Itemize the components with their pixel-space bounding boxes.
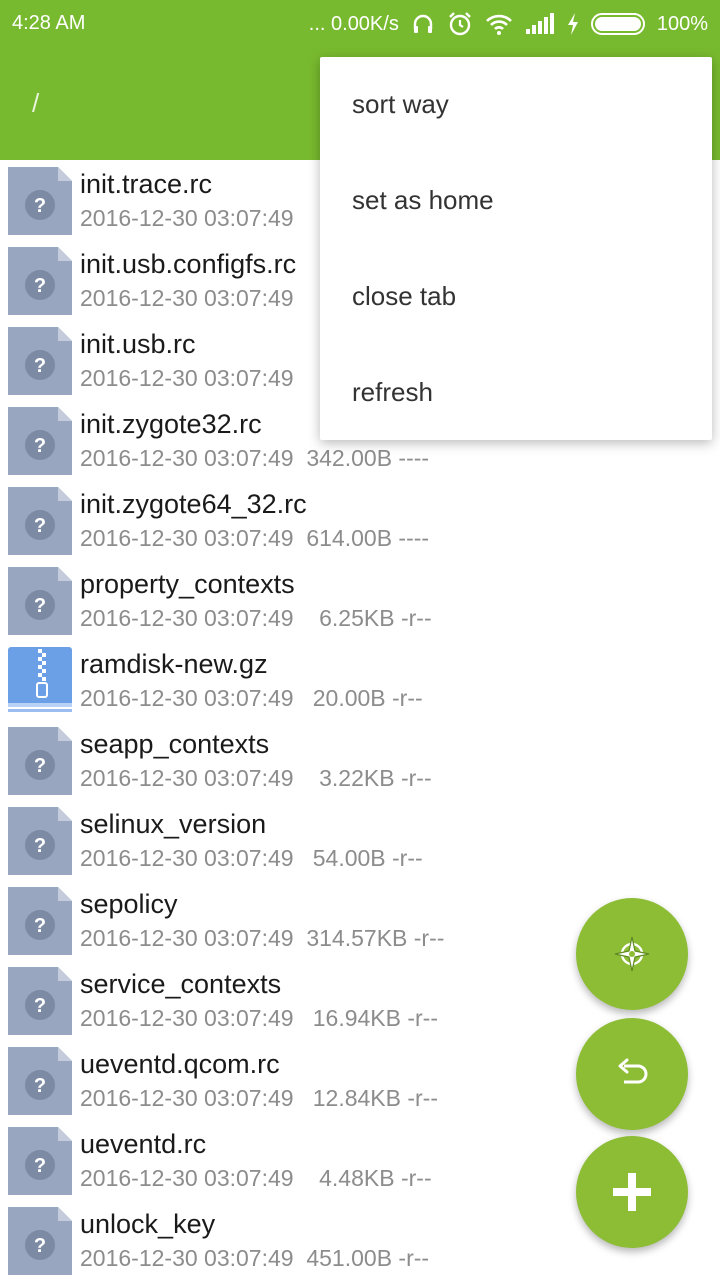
- file-name: selinux_version: [80, 809, 267, 839]
- file-meta: 2016-12-30 03:07:49 20.00B -r--: [80, 685, 423, 711]
- file-meta: 2016-12-30 03:07:49: [80, 285, 294, 311]
- list-item[interactable]: ? selinux_version 2016-12-30 03:07:49 54…: [0, 803, 720, 883]
- file-meta: 2016-12-30 03:07:49 54.00B -r--: [80, 845, 423, 871]
- locate-icon: [614, 936, 650, 972]
- add-button[interactable]: [576, 1136, 688, 1248]
- locate-button[interactable]: [576, 898, 688, 1010]
- file-meta: 2016-12-30 03:07:49: [80, 365, 294, 391]
- file-name: ueventd.rc: [80, 1129, 207, 1159]
- file-meta: 2016-12-30 03:07:49 16.94KB -r--: [80, 1005, 439, 1031]
- alarm-icon: [447, 10, 473, 38]
- unknown-file-icon: ?: [8, 1207, 72, 1275]
- file-name: unlock_key: [80, 1209, 216, 1239]
- unknown-file-icon: ?: [8, 167, 72, 235]
- status-bar: 4:28 AM ... 0.00K/s 100%: [0, 0, 720, 48]
- file-meta: 2016-12-30 03:07:49 6.25KB -r--: [80, 605, 432, 631]
- file-meta: 2016-12-30 03:07:49 4.48KB -r--: [80, 1165, 432, 1191]
- unknown-file-icon: ?: [8, 327, 72, 395]
- headset-icon: [411, 10, 435, 38]
- svg-text:?: ?: [34, 1235, 46, 1257]
- file-name: service_contexts: [80, 969, 282, 999]
- svg-text:?: ?: [34, 275, 46, 297]
- file-name: ueventd.qcom.rc: [80, 1049, 280, 1079]
- network-speed: ... 0.00K/s: [308, 12, 399, 35]
- unknown-file-icon: ?: [8, 1047, 72, 1115]
- file-meta: 2016-12-30 03:07:49 12.84KB -r--: [80, 1085, 439, 1111]
- unknown-file-icon: ?: [8, 1127, 72, 1195]
- unknown-file-icon: ?: [8, 567, 72, 635]
- file-name: init.zygote64_32.rc: [80, 489, 307, 519]
- svg-text:?: ?: [34, 835, 46, 857]
- file-name: init.trace.rc: [80, 169, 213, 199]
- svg-text:?: ?: [34, 595, 46, 617]
- unknown-file-icon: ?: [8, 967, 72, 1035]
- file-name: property_contexts: [80, 569, 295, 599]
- file-meta: 2016-12-30 03:07:49 614.00B ----: [80, 525, 430, 551]
- battery-percent: 100%: [656, 12, 708, 35]
- svg-text:?: ?: [34, 915, 46, 937]
- battery-icon: [590, 10, 645, 38]
- archive-file-icon: [8, 647, 72, 712]
- menu-item-set-as-home[interactable]: set as home: [320, 153, 712, 249]
- file-meta: 2016-12-30 03:07:49: [80, 205, 294, 231]
- list-item[interactable]: ramdisk-new.gz 2016-12-30 03:07:49 20.00…: [0, 643, 720, 723]
- menu-item-sort-way[interactable]: sort way: [320, 57, 712, 153]
- svg-text:?: ?: [34, 515, 46, 537]
- status-time: 4:28 AM: [12, 12, 86, 34]
- svg-text:?: ?: [34, 1155, 46, 1177]
- file-meta: 2016-12-30 03:07:49 451.00B -r--: [80, 1245, 430, 1271]
- file-meta: 2016-12-30 03:07:49 314.57KB -r--: [80, 925, 445, 951]
- screen: 4:28 AM ... 0.00K/s 100% / ? init.trace.…: [0, 0, 720, 1280]
- list-item[interactable]: ? init.zygote64_32.rc 2016-12-30 03:07:4…: [0, 483, 720, 563]
- file-name: init.usb.rc: [80, 329, 196, 359]
- file-meta: 2016-12-30 03:07:49 342.00B ----: [80, 445, 430, 471]
- file-name: seapp_contexts: [80, 729, 270, 759]
- signal-icon: [525, 10, 555, 38]
- unknown-file-icon: ?: [8, 247, 72, 315]
- file-name: init.usb.configfs.rc: [80, 249, 297, 279]
- list-item[interactable]: ? seapp_contexts 2016-12-30 03:07:49 3.2…: [0, 723, 720, 803]
- overflow-menu: sort way set as home close tab refresh: [320, 57, 712, 440]
- menu-item-close-tab[interactable]: close tab: [320, 249, 712, 345]
- list-item[interactable]: ? property_contexts 2016-12-30 03:07:49 …: [0, 563, 720, 643]
- current-path[interactable]: /: [32, 88, 39, 119]
- svg-text:?: ?: [34, 355, 46, 377]
- wifi-icon: [485, 10, 513, 38]
- svg-text:?: ?: [34, 755, 46, 777]
- status-icons: ... 0.00K/s 100%: [309, 10, 708, 38]
- svg-text:?: ?: [34, 435, 46, 457]
- unknown-file-icon: ?: [8, 807, 72, 875]
- file-name: sepolicy: [80, 889, 178, 919]
- unknown-file-icon: ?: [8, 887, 72, 955]
- svg-text:?: ?: [34, 995, 46, 1017]
- plus-icon: [613, 1173, 651, 1211]
- unknown-file-icon: ?: [8, 407, 72, 475]
- back-button[interactable]: [576, 1018, 688, 1130]
- svg-text:?: ?: [34, 195, 46, 217]
- undo-icon: [618, 1058, 648, 1084]
- unknown-file-icon: ?: [8, 727, 72, 795]
- charging-icon: [567, 10, 579, 38]
- file-name: init.zygote32.rc: [80, 409, 262, 439]
- unknown-file-icon: ?: [8, 487, 72, 555]
- menu-item-refresh[interactable]: refresh: [320, 344, 712, 440]
- svg-text:?: ?: [34, 1075, 46, 1097]
- file-name: ramdisk-new.gz: [80, 649, 268, 679]
- file-meta: 2016-12-30 03:07:49 3.22KB -r--: [80, 765, 432, 791]
